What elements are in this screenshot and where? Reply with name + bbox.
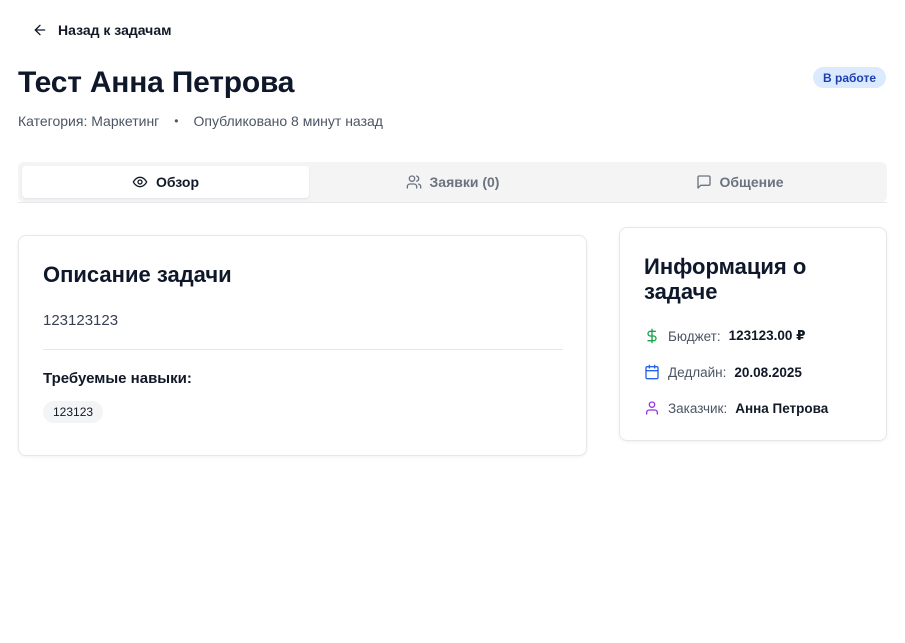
customer-row: Заказчик: Анна Петрова: [644, 398, 862, 418]
tab-label: Общение: [719, 174, 784, 190]
arrow-left-icon: [34, 24, 46, 36]
deadline-label: Дедлайн:: [668, 364, 727, 380]
meta-separator: •: [174, 114, 179, 128]
page-title: Тест Анна Петрова: [18, 66, 295, 99]
customer-label: Заказчик:: [668, 400, 728, 416]
tab-overview[interactable]: Обзор: [22, 166, 309, 198]
user-icon: [646, 401, 658, 415]
task-tabs: Обзор Заявки (0) Общение: [18, 162, 887, 202]
skills-heading: Требуемые навыки:: [43, 370, 192, 387]
budget-row: Бюджет: 123123.00 ₽: [644, 326, 862, 346]
description-heading: Описание задачи: [43, 262, 232, 287]
budget-label: Бюджет:: [668, 328, 721, 344]
users-icon: [406, 175, 421, 189]
budget-value: 123123.00 ₽: [728, 328, 806, 343]
description-divider: [43, 349, 563, 350]
tab-label: Заявки (0): [429, 174, 500, 190]
tab-label: Обзор: [155, 174, 200, 190]
dollar-icon: [647, 328, 657, 344]
task-meta: Категория: Маркетинг • Опубликовано 8 ми…: [18, 113, 383, 129]
message-square-icon: [696, 175, 711, 189]
description-card: Описание задачи 123123123 Требуемые навы…: [18, 235, 587, 456]
customer-value: Анна Петрова: [735, 400, 829, 416]
info-heading: Информация о задаче: [644, 254, 807, 304]
eye-icon: [132, 176, 148, 188]
deadline-value: 20.08.2025: [734, 364, 802, 380]
status-badge: В работе: [813, 67, 886, 88]
tab-applications[interactable]: Заявки (0): [309, 166, 596, 198]
tabs-divider: [18, 202, 887, 203]
description-text: 123123123: [43, 312, 119, 329]
skill-badge: 123123: [43, 401, 104, 423]
back-to-tasks-button[interactable]: Назад к задачам: [18, 14, 185, 46]
deadline-row: Дедлайн: 20.08.2025: [644, 362, 862, 382]
published-text: Опубликовано 8 минут назад: [193, 113, 383, 129]
tab-communication[interactable]: Общение: [596, 166, 883, 198]
category-text: Категория: Маркетинг: [18, 113, 160, 129]
back-label: Назад к задачам: [58, 22, 172, 38]
calendar-icon: [645, 364, 659, 380]
task-info-card: Информация о задаче Бюджет: 123123.00 ₽ …: [619, 227, 887, 441]
